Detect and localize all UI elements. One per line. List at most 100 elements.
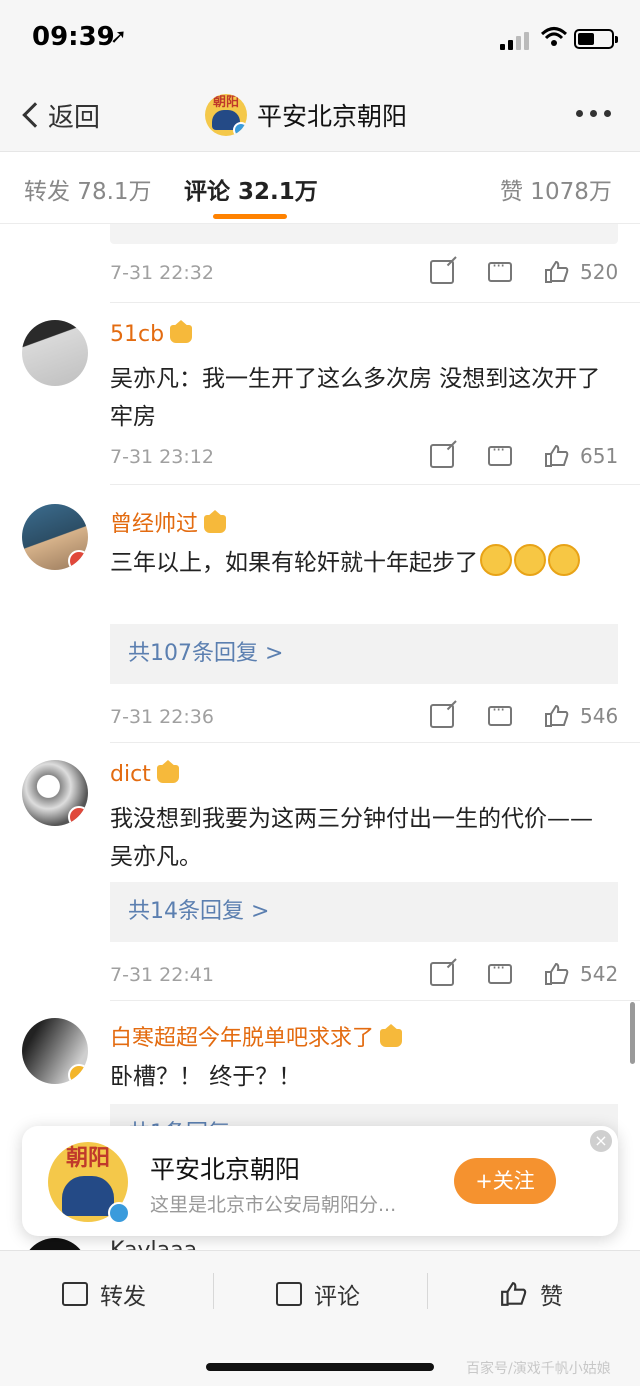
divider	[427, 1273, 428, 1309]
verified-icon	[108, 1202, 130, 1224]
wifi-icon	[540, 27, 568, 46]
divider	[213, 1273, 214, 1309]
comment-meta: 7-31 22:41 542	[110, 958, 620, 992]
divider	[110, 1000, 640, 1001]
repost-button[interactable]: 转发	[62, 1277, 146, 1311]
tab-active-indicator	[213, 214, 287, 219]
back-button[interactable]: 返回	[18, 95, 100, 135]
screen: { "status": {"time": "09:39", "arrow": "…	[0, 0, 640, 1386]
share-icon[interactable]	[430, 704, 454, 728]
avatar[interactable]	[22, 1238, 88, 1250]
comment-button[interactable]: 评论	[276, 1277, 360, 1311]
like-icon	[501, 1282, 527, 1306]
avatar[interactable]	[22, 504, 88, 570]
like-count: 542	[580, 962, 619, 986]
author-name: dict	[110, 762, 151, 787]
like-count: 520	[580, 260, 619, 284]
signal-icon	[500, 30, 534, 50]
comment-icon[interactable]	[488, 700, 512, 726]
battery-icon	[574, 29, 618, 49]
nav-title[interactable]: 朝阳 平安北京朝阳	[205, 92, 407, 138]
card-account-name[interactable]: 平安北京朝阳	[150, 1150, 300, 1186]
share-icon[interactable]	[430, 260, 454, 284]
avatar[interactable]	[22, 760, 88, 826]
tab-repost[interactable]: 转发 78.1万	[24, 172, 152, 206]
crown-icon	[170, 320, 193, 343]
like-count: 651	[580, 444, 619, 468]
comment-icon	[276, 1282, 302, 1306]
emoji-icon	[480, 544, 512, 576]
comment-icon[interactable]	[488, 440, 512, 466]
comment-label: 评论	[314, 1284, 360, 1310]
comment-text-body: 三年以上，如果有轮奸就十年起步了	[110, 550, 478, 576]
like-icon[interactable]	[544, 444, 570, 468]
share-icon[interactable]	[430, 962, 454, 986]
emoji-icon	[514, 544, 546, 576]
follow-card[interactable]: 朝阳 平安北京朝阳 这里是北京市公安局朝阳分... +关注 ×	[22, 1126, 618, 1236]
crown-icon	[204, 510, 227, 533]
comment-text: 卧槽？！ 终于？！	[110, 1064, 302, 1090]
comment-text: 三年以上，如果有轮奸就十年起步了	[110, 544, 620, 582]
author-name: 51cb	[110, 322, 165, 347]
location-arrow-icon: ➚	[110, 24, 127, 48]
comment-text: 吴亦凡：我一生开了这么多次房 没想到这次开了牢房	[110, 366, 601, 430]
verified-icon	[68, 806, 88, 826]
back-label: 返回	[48, 102, 101, 133]
comment-author[interactable]: 曾经帅过	[110, 506, 227, 538]
status-bar: 09:39 ➚	[0, 0, 640, 78]
repost-label: 转发	[100, 1284, 146, 1310]
more-icon[interactable]	[576, 110, 611, 117]
like-icon[interactable]	[544, 704, 570, 728]
card-description: 这里是北京市公安局朝阳分...	[150, 1194, 397, 1216]
like-icon[interactable]	[544, 962, 570, 986]
comment-meta: 7-31 22:32 520	[110, 256, 620, 290]
comment-author[interactable]: 51cb	[110, 320, 193, 347]
status-time: 09:39	[32, 22, 115, 52]
avatar-logo-text: 朝阳	[212, 95, 239, 110]
comment-text: 我没想到我要为这两三分钟付出一生的代价—— 吴亦凡。	[110, 806, 593, 870]
home-indicator[interactable]	[206, 1363, 434, 1371]
crown-icon	[156, 760, 179, 783]
comment-author[interactable]: 白寒超超今年脱单吧求求了	[110, 1020, 403, 1052]
emoji-icon	[548, 544, 580, 576]
tab-comment[interactable]: 评论 32.1万	[184, 172, 318, 206]
verified-icon	[68, 550, 88, 570]
reply-preview-edge	[110, 224, 618, 244]
avatar-logo-text: 朝阳	[65, 1146, 110, 1171]
account-avatar: 朝阳	[205, 94, 247, 136]
verified-icon	[233, 122, 247, 136]
follow-button[interactable]: +关注	[454, 1158, 556, 1204]
crown-icon	[380, 1024, 403, 1047]
comment-icon[interactable]	[488, 256, 512, 282]
close-icon[interactable]: ×	[590, 1130, 612, 1152]
police-figure-icon	[62, 1176, 114, 1216]
nav-bar: 返回 朝阳 平安北京朝阳	[0, 78, 640, 152]
author-name: 曾经帅过	[110, 512, 199, 537]
comment-meta: 7-31 23:12 651	[110, 440, 620, 474]
share-icon[interactable]	[430, 444, 454, 468]
divider	[110, 742, 640, 743]
like-label: 赞	[540, 1284, 563, 1310]
scrollbar[interactable]	[630, 1002, 635, 1064]
tab-like[interactable]: 赞 1078万	[500, 172, 612, 206]
avatar[interactable]	[22, 1018, 88, 1084]
avatar[interactable]	[22, 320, 88, 386]
nav-title-text: 平安北京朝阳	[257, 102, 408, 131]
divider	[110, 484, 640, 485]
reply-count-link[interactable]: 共107条回复 >	[110, 624, 618, 684]
comment-author[interactable]: Kaylaaa	[110, 1238, 197, 1250]
comment-feed[interactable]: 7-31 22:32 520 51cb 吴亦凡：我一生开了这么多次房 没想到这次…	[0, 224, 640, 1250]
comment-date: 7-31 22:41	[110, 964, 214, 986]
reply-count-link[interactable]: 共14条回复 >	[110, 882, 618, 942]
divider	[110, 302, 640, 303]
like-count: 546	[580, 704, 619, 728]
share-icon	[62, 1282, 88, 1306]
like-button[interactable]: 赞	[500, 1277, 563, 1311]
comment-date: 7-31 22:36	[110, 706, 214, 728]
comment-author[interactable]: dict	[110, 760, 179, 787]
like-icon[interactable]	[544, 260, 570, 284]
comment-icon[interactable]	[488, 958, 512, 984]
author-name: 白寒超超今年脱单吧求求了	[110, 1026, 375, 1051]
watermark: 百家号/演戏千帆小姑娘	[466, 1361, 611, 1377]
comment-date: 7-31 22:32	[110, 262, 214, 284]
